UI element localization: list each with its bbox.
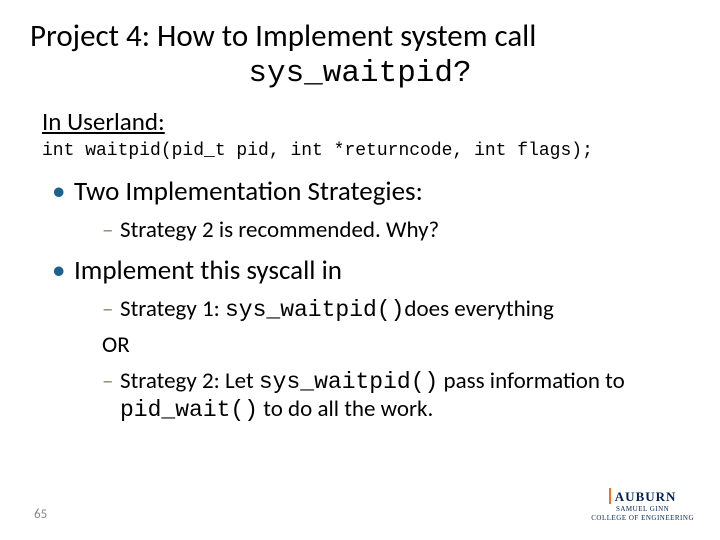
bullet-list: Two Implementation Strategies: Strategy … bbox=[30, 175, 690, 423]
subbullet-strategy-2: Strategy 2: Let sys_waitpid() pass infor… bbox=[102, 367, 690, 423]
bullet-implement-text: Implement this syscall in bbox=[74, 254, 342, 287]
strategy1-pre: Strategy 1: bbox=[120, 295, 225, 323]
strategy1-post: does everything bbox=[404, 295, 553, 323]
sublist-strategies: Strategy 2 is recommended. Why? bbox=[74, 216, 690, 244]
function-signature: int waitpid(pid_t pid, int *returncode, … bbox=[42, 141, 690, 161]
bullet-strategies-text: Two Implementation Strategies: bbox=[74, 175, 423, 208]
sublist-implement-2: Strategy 2: Let sys_waitpid() pass infor… bbox=[74, 367, 690, 423]
bullet-strategies: Two Implementation Strategies: Strategy … bbox=[52, 175, 690, 244]
strategy2-code2: pid_wait() bbox=[120, 397, 258, 423]
auburn-logo: AUBURN SAMUEL GINN COLLEGE OF ENGINEERIN… bbox=[591, 488, 694, 522]
slide-title: Project 4: How to Implement system call … bbox=[30, 18, 690, 92]
slide: Project 4: How to Implement system call … bbox=[0, 0, 720, 540]
strategy2-code1: sys_waitpid() bbox=[259, 369, 438, 395]
subbullet-recommended: Strategy 2 is recommended. Why? bbox=[102, 216, 690, 244]
strategy2-pre: Strategy 2: Let bbox=[120, 367, 259, 395]
logo-bar-icon bbox=[609, 488, 611, 504]
logo-name: AUBURN bbox=[591, 488, 694, 504]
bullet-implement: Implement this syscall in Strategy 1: sy… bbox=[52, 254, 690, 423]
strategy2-post: to do all the work. bbox=[258, 395, 433, 423]
sublist-implement: Strategy 1: sys_waitpid()does everything bbox=[74, 295, 690, 323]
strategy1-code: sys_waitpid() bbox=[225, 297, 404, 323]
strategy2-mid: pass information to bbox=[438, 367, 624, 395]
page-number: 65 bbox=[34, 507, 47, 522]
logo-subtitle-2: COLLEGE OF ENGINEERING bbox=[591, 515, 694, 522]
subheading-userland: In Userland: bbox=[42, 106, 690, 137]
logo-subtitle-1: SAMUEL GINN bbox=[591, 506, 694, 513]
title-code: sys_waitpid? bbox=[30, 55, 690, 92]
logo-text: AUBURN bbox=[615, 489, 677, 504]
title-line-1: Project 4: How to Implement system call bbox=[30, 18, 690, 55]
or-separator: OR bbox=[102, 331, 690, 359]
subbullet-strategy-1: Strategy 1: sys_waitpid()does everything bbox=[102, 295, 690, 323]
